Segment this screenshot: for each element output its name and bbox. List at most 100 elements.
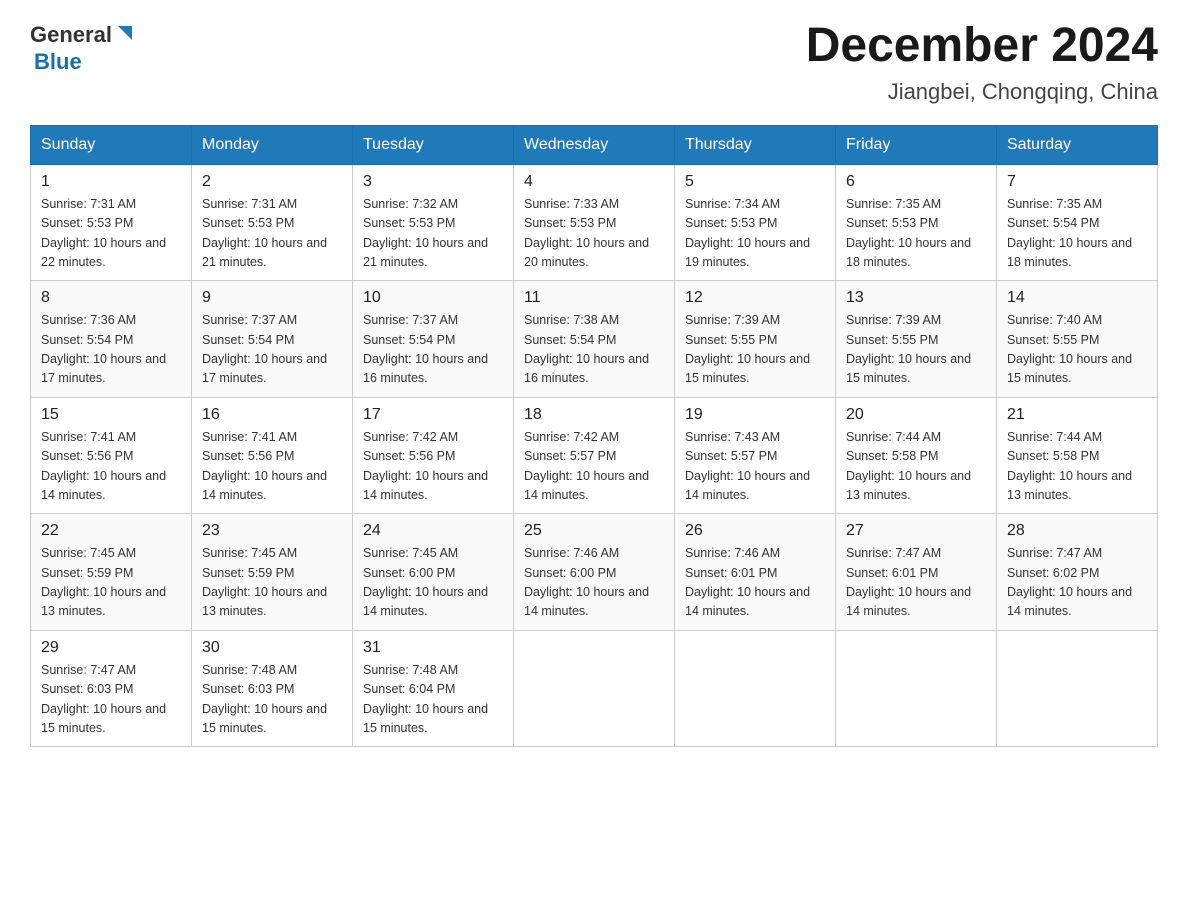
day-number: 3 [363, 173, 503, 191]
header-thursday: Thursday [675, 125, 836, 164]
day-number: 1 [41, 173, 181, 191]
logo-general-text: General [30, 22, 112, 48]
table-row: 31 Sunrise: 7:48 AMSunset: 6:04 PMDaylig… [353, 630, 514, 747]
table-row: 30 Sunrise: 7:48 AMSunset: 6:03 PMDaylig… [192, 630, 353, 747]
table-row: 24 Sunrise: 7:45 AMSunset: 6:00 PMDaylig… [353, 514, 514, 631]
page-header: General Blue December 2024 Jiangbei, Cho… [30, 20, 1158, 105]
day-info: Sunrise: 7:37 AMSunset: 5:54 PMDaylight:… [202, 313, 327, 385]
table-row: 13 Sunrise: 7:39 AMSunset: 5:55 PMDaylig… [836, 281, 997, 398]
day-info: Sunrise: 7:47 AMSunset: 6:03 PMDaylight:… [41, 663, 166, 735]
table-row [997, 630, 1158, 747]
table-row: 5 Sunrise: 7:34 AMSunset: 5:53 PMDayligh… [675, 164, 836, 281]
table-row: 15 Sunrise: 7:41 AMSunset: 5:56 PMDaylig… [31, 397, 192, 514]
table-row: 18 Sunrise: 7:42 AMSunset: 5:57 PMDaylig… [514, 397, 675, 514]
day-info: Sunrise: 7:45 AMSunset: 5:59 PMDaylight:… [41, 546, 166, 618]
table-row: 7 Sunrise: 7:35 AMSunset: 5:54 PMDayligh… [997, 164, 1158, 281]
day-number: 30 [202, 639, 342, 657]
table-row [836, 630, 997, 747]
header-friday: Friday [836, 125, 997, 164]
day-info: Sunrise: 7:35 AMSunset: 5:54 PMDaylight:… [1007, 197, 1132, 269]
day-number: 14 [1007, 289, 1147, 307]
day-number: 2 [202, 173, 342, 191]
day-number: 29 [41, 639, 181, 657]
day-number: 11 [524, 289, 664, 307]
table-row: 16 Sunrise: 7:41 AMSunset: 5:56 PMDaylig… [192, 397, 353, 514]
table-row: 28 Sunrise: 7:47 AMSunset: 6:02 PMDaylig… [997, 514, 1158, 631]
day-info: Sunrise: 7:31 AMSunset: 5:53 PMDaylight:… [41, 197, 166, 269]
table-row: 22 Sunrise: 7:45 AMSunset: 5:59 PMDaylig… [31, 514, 192, 631]
calendar-week-row: 29 Sunrise: 7:47 AMSunset: 6:03 PMDaylig… [31, 630, 1158, 747]
day-number: 20 [846, 406, 986, 424]
day-number: 16 [202, 406, 342, 424]
day-info: Sunrise: 7:46 AMSunset: 6:01 PMDaylight:… [685, 546, 810, 618]
table-row: 4 Sunrise: 7:33 AMSunset: 5:53 PMDayligh… [514, 164, 675, 281]
day-info: Sunrise: 7:39 AMSunset: 5:55 PMDaylight:… [685, 313, 810, 385]
day-info: Sunrise: 7:41 AMSunset: 5:56 PMDaylight:… [202, 430, 327, 502]
day-number: 5 [685, 173, 825, 191]
day-number: 17 [363, 406, 503, 424]
day-number: 23 [202, 522, 342, 540]
table-row: 6 Sunrise: 7:35 AMSunset: 5:53 PMDayligh… [836, 164, 997, 281]
table-row: 11 Sunrise: 7:38 AMSunset: 5:54 PMDaylig… [514, 281, 675, 398]
calendar-week-row: 15 Sunrise: 7:41 AMSunset: 5:56 PMDaylig… [31, 397, 1158, 514]
header-sunday: Sunday [31, 125, 192, 164]
table-row: 25 Sunrise: 7:46 AMSunset: 6:00 PMDaylig… [514, 514, 675, 631]
day-number: 21 [1007, 406, 1147, 424]
header-monday: Monday [192, 125, 353, 164]
day-number: 19 [685, 406, 825, 424]
title-area: December 2024 Jiangbei, Chongqing, China [806, 20, 1158, 105]
month-year-title: December 2024 [806, 20, 1158, 73]
day-info: Sunrise: 7:32 AMSunset: 5:53 PMDaylight:… [363, 197, 488, 269]
day-number: 6 [846, 173, 986, 191]
day-number: 8 [41, 289, 181, 307]
logo-blue-text: Blue [34, 49, 82, 74]
table-row: 19 Sunrise: 7:43 AMSunset: 5:57 PMDaylig… [675, 397, 836, 514]
day-info: Sunrise: 7:42 AMSunset: 5:56 PMDaylight:… [363, 430, 488, 502]
day-number: 13 [846, 289, 986, 307]
day-info: Sunrise: 7:31 AMSunset: 5:53 PMDaylight:… [202, 197, 327, 269]
table-row: 3 Sunrise: 7:32 AMSunset: 5:53 PMDayligh… [353, 164, 514, 281]
day-info: Sunrise: 7:33 AMSunset: 5:53 PMDaylight:… [524, 197, 649, 269]
table-row: 8 Sunrise: 7:36 AMSunset: 5:54 PMDayligh… [31, 281, 192, 398]
day-number: 22 [41, 522, 181, 540]
day-info: Sunrise: 7:42 AMSunset: 5:57 PMDaylight:… [524, 430, 649, 502]
table-row [514, 630, 675, 747]
day-info: Sunrise: 7:34 AMSunset: 5:53 PMDaylight:… [685, 197, 810, 269]
day-number: 12 [685, 289, 825, 307]
table-row: 2 Sunrise: 7:31 AMSunset: 5:53 PMDayligh… [192, 164, 353, 281]
day-info: Sunrise: 7:48 AMSunset: 6:03 PMDaylight:… [202, 663, 327, 735]
header-tuesday: Tuesday [353, 125, 514, 164]
calendar-week-row: 1 Sunrise: 7:31 AMSunset: 5:53 PMDayligh… [31, 164, 1158, 281]
day-info: Sunrise: 7:40 AMSunset: 5:55 PMDaylight:… [1007, 313, 1132, 385]
table-row: 20 Sunrise: 7:44 AMSunset: 5:58 PMDaylig… [836, 397, 997, 514]
table-row: 9 Sunrise: 7:37 AMSunset: 5:54 PMDayligh… [192, 281, 353, 398]
table-row: 21 Sunrise: 7:44 AMSunset: 5:58 PMDaylig… [997, 397, 1158, 514]
day-number: 28 [1007, 522, 1147, 540]
day-number: 18 [524, 406, 664, 424]
day-info: Sunrise: 7:46 AMSunset: 6:00 PMDaylight:… [524, 546, 649, 618]
location-subtitle: Jiangbei, Chongqing, China [806, 79, 1158, 105]
table-row [675, 630, 836, 747]
day-number: 24 [363, 522, 503, 540]
table-row: 29 Sunrise: 7:47 AMSunset: 6:03 PMDaylig… [31, 630, 192, 747]
day-info: Sunrise: 7:39 AMSunset: 5:55 PMDaylight:… [846, 313, 971, 385]
day-info: Sunrise: 7:48 AMSunset: 6:04 PMDaylight:… [363, 663, 488, 735]
table-row: 23 Sunrise: 7:45 AMSunset: 5:59 PMDaylig… [192, 514, 353, 631]
header-saturday: Saturday [997, 125, 1158, 164]
table-row: 26 Sunrise: 7:46 AMSunset: 6:01 PMDaylig… [675, 514, 836, 631]
table-row: 10 Sunrise: 7:37 AMSunset: 5:54 PMDaylig… [353, 281, 514, 398]
calendar-table: Sunday Monday Tuesday Wednesday Thursday… [30, 125, 1158, 748]
table-row: 27 Sunrise: 7:47 AMSunset: 6:01 PMDaylig… [836, 514, 997, 631]
day-info: Sunrise: 7:38 AMSunset: 5:54 PMDaylight:… [524, 313, 649, 385]
day-number: 26 [685, 522, 825, 540]
day-info: Sunrise: 7:37 AMSunset: 5:54 PMDaylight:… [363, 313, 488, 385]
header-wednesday: Wednesday [514, 125, 675, 164]
table-row: 12 Sunrise: 7:39 AMSunset: 5:55 PMDaylig… [675, 281, 836, 398]
day-number: 27 [846, 522, 986, 540]
logo: General Blue [30, 20, 136, 75]
day-info: Sunrise: 7:44 AMSunset: 5:58 PMDaylight:… [1007, 430, 1132, 502]
day-number: 15 [41, 406, 181, 424]
day-info: Sunrise: 7:45 AMSunset: 5:59 PMDaylight:… [202, 546, 327, 618]
day-number: 25 [524, 522, 664, 540]
table-row: 1 Sunrise: 7:31 AMSunset: 5:53 PMDayligh… [31, 164, 192, 281]
